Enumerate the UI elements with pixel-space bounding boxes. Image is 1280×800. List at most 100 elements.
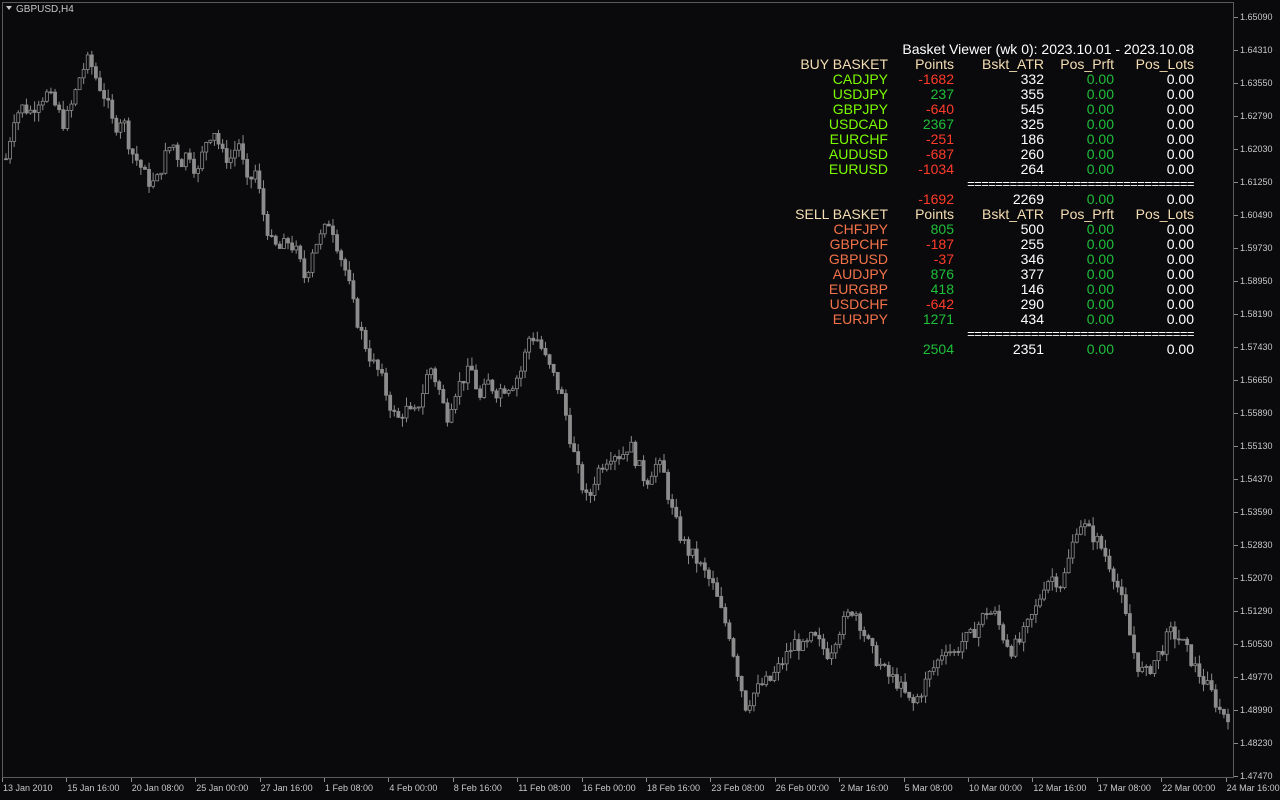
candle-body [964,631,969,642]
candle-body [1025,618,1030,628]
lots-cell: 0.00 [1166,86,1194,102]
profit-cell: 0.00 [1086,146,1114,162]
candle-body [1009,645,1014,657]
candle-body [347,269,352,282]
profit-cell: 0.00 [1086,296,1114,312]
total-lots: 0.00 [1166,191,1194,207]
candle-body [4,158,8,161]
candle [895,667,899,691]
candle-body [984,613,989,615]
candle [874,641,879,667]
candle [110,94,115,124]
candle-body [212,133,217,141]
sell-basket-header: SELL BASKET Points Bskt_ATR Pos_Prft Pos_Lot… [760,207,1200,222]
candle-body [1083,523,1087,528]
candle [44,89,49,103]
candle [200,145,205,172]
price-label: 1.59730 [1240,243,1273,253]
candle [964,631,969,650]
candle [948,644,952,657]
candle [1103,539,1108,562]
time-tick [517,778,519,782]
candle-body [310,252,315,273]
candle [1062,567,1067,590]
price-label: 1.48230 [1240,738,1273,748]
candle-body [1115,580,1120,588]
candle [20,104,25,118]
candle [343,257,348,277]
candle-body [1222,709,1226,715]
candle [1087,519,1091,527]
candle [719,587,724,609]
candle-body [1144,666,1149,668]
candle-body [155,174,160,182]
candle-body [449,409,454,423]
candle [306,270,311,283]
price-label: 1.64310 [1240,45,1273,55]
candle [445,398,450,427]
candle [723,603,728,627]
candle [846,608,850,620]
candle [1029,613,1034,628]
candle-body [384,372,388,396]
candle-body [968,628,973,633]
candle-body [555,372,560,391]
candle-body [61,109,66,129]
candle-body [192,158,196,174]
candle [412,404,417,412]
sell-basket-row: CHFJPY 805 500 0.00 0.00 [760,222,1200,237]
candle-body [980,613,985,625]
time-label: 26 Feb 00:00 [775,783,829,793]
symbol-cell: GBPJPY [832,101,888,117]
atr-cell: 186 [1020,131,1044,147]
price-tick [1234,116,1238,117]
candle [138,159,143,175]
candle [870,637,875,654]
candle-body [645,480,650,485]
candle-body [772,671,777,681]
candle-body [1021,626,1026,643]
candle [376,358,380,377]
price-tick [1234,50,1238,51]
candle [890,667,895,683]
candle [371,353,376,364]
candle [318,229,323,250]
time-label: 25 Jan 00:00 [196,783,249,793]
candle [711,570,715,590]
candle [1156,651,1161,670]
candle [527,335,532,360]
candle [335,229,339,254]
candle [1123,587,1128,616]
candle-body [608,460,613,465]
candle [670,493,675,515]
points-cell: 418 [930,281,954,297]
candle [1205,671,1210,686]
candle-body [12,122,17,142]
candle [1128,604,1132,636]
candle-body [846,611,850,617]
candle-body [752,692,756,707]
candle-body [445,402,450,423]
candle-body [98,77,102,91]
buy-basket-row: EURCHF -251 186 0.00 0.00 [760,132,1200,147]
candle-body [49,91,53,94]
price-tick [1234,479,1238,480]
candle [1185,636,1190,652]
candle [392,405,397,417]
candle-body [1213,689,1218,708]
total-atr: 2351 [1012,341,1044,357]
candle-body [519,370,523,379]
price-label: 1.54370 [1240,474,1273,484]
candle [1193,656,1198,673]
time-tick [452,778,454,782]
candle-body [1103,547,1108,557]
candle-body [1185,638,1190,646]
candle [314,243,319,254]
candle-body [294,245,299,251]
time-tick [259,778,261,782]
candle [547,353,552,369]
candle [253,164,258,183]
candle [384,367,388,401]
symbol-cell: CADJPY [832,71,888,87]
candle [277,241,282,249]
